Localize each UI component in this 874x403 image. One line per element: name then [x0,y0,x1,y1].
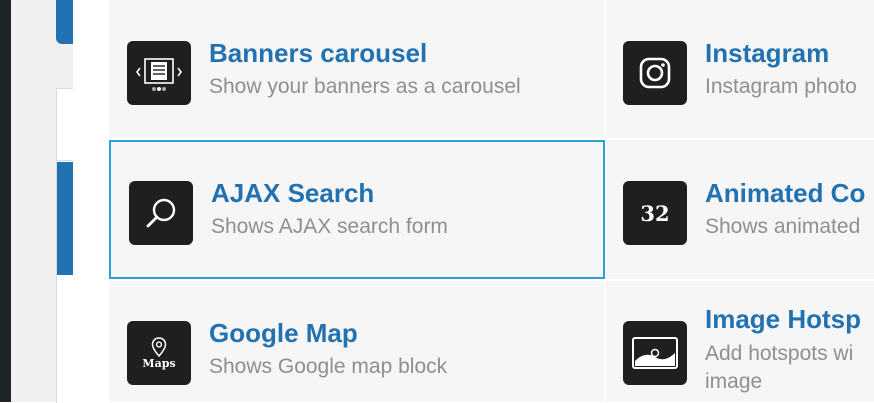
image-hotspot-icon [623,321,687,385]
widget-description: Shows Google map block [209,355,448,378]
widget-description: Shows AJAX search form [211,215,448,238]
widget-description-line-1: Add hotspots wi [705,342,854,365]
widget-title: Google Map [209,318,358,348]
widget-description: Show your banners as a carousel [209,75,521,98]
widget-tile-animated-counter[interactable]: 32 Animated Co Shows animated [605,140,874,279]
widget-grid: Banners carousel Show your banners as a … [109,0,874,402]
widget-title: Banners carousel [209,38,428,68]
widget-tile-image-hotspot[interactable]: Image Hotsp Add hotspots wi image [605,281,874,402]
map-icon: Maps [127,321,191,385]
widget-description-line-2: image [705,370,763,393]
widget-tile-ajax-search[interactable]: AJAX Search Shows AJAX search form [109,140,605,279]
widget-tile-instagram[interactable]: Instagram Instagram photo [605,0,874,138]
widget-tile-google-map[interactable]: Maps Google Map Shows Google map block [109,281,604,402]
widget-title: AJAX Search [211,178,375,208]
instagram-icon [623,41,687,105]
search-icon [129,181,193,245]
widget-title: Instagram [705,38,830,68]
carousel-icon [127,41,191,105]
background-divider [57,160,73,161]
admin-menu-edge [0,0,11,402]
map-pin-icon [151,336,167,357]
widget-tile-banners-carousel[interactable]: Banners carousel Show your banners as a … [109,0,604,138]
counter-icon: 32 [623,181,687,245]
widget-description: Instagram photo [705,75,857,98]
widget-description: Shows animated [705,215,861,238]
background-button [56,0,73,44]
widget-title: Image Hotsp [705,304,862,334]
widget-title: Animated Co [705,178,866,208]
background-active-item [57,162,73,275]
